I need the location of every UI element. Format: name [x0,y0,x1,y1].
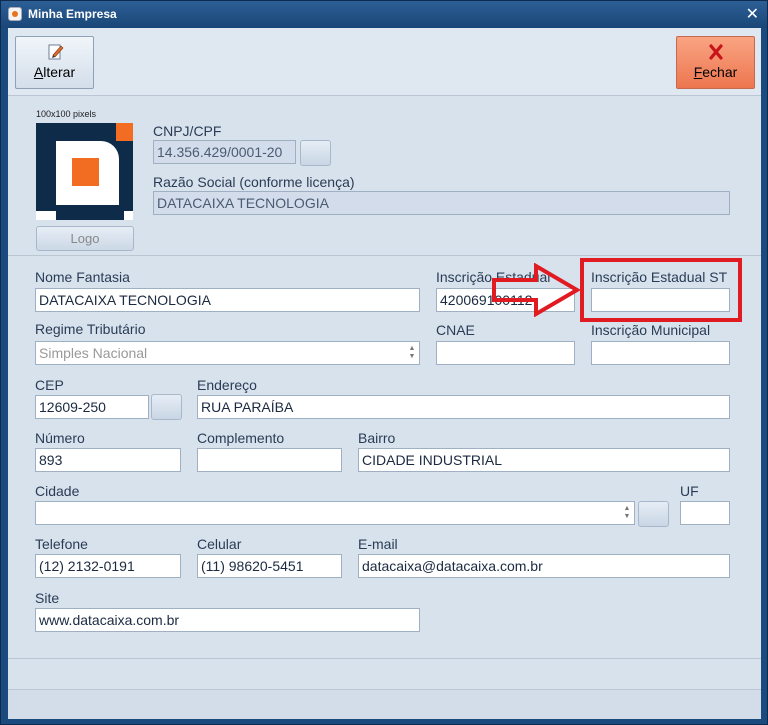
bairro-field[interactable]: CIDADE INDUSTRIAL [358,448,730,472]
numero-field[interactable]: 893 [35,448,181,472]
email-field[interactable]: datacaixa@datacaixa.com.br [358,554,730,578]
highlight-annotation [580,258,742,322]
cnpj-label: CNPJ/CPF [153,123,222,139]
cep-label: CEP [35,377,64,393]
spin-icon: ▲ ▼ [623,505,631,520]
site-field[interactable]: www.datacaixa.com.br [35,608,420,632]
alterar-mnemonic: A [33,64,44,80]
datacaixa-logo [36,123,133,220]
window: Minha Empresa ✕ Alterar Fechar 100x100 p… [0,0,768,725]
regime-tributario-value: Simples Nacional [39,345,148,361]
site-label: Site [35,590,60,606]
inscricao-municipal-label: Inscrição Municipal [591,322,711,338]
endereco-field[interactable]: RUA PARAÍBA [197,395,730,419]
fechar-button[interactable]: Fechar [676,36,755,89]
nome-fantasia-label: Nome Fantasia [35,269,130,285]
cidade-label: Cidade [35,483,80,499]
regime-tributario-select[interactable]: Simples Nacional ▲ ▼ [35,341,420,365]
close-icon [708,44,723,60]
numero-label: Número [35,430,85,446]
inscricao-municipal-field[interactable] [591,341,730,365]
title-bar: Minha Empresa ✕ [1,1,767,28]
red-arrow-annotation [492,263,581,317]
celular-field[interactable]: (11) 98620-5451 [197,554,342,578]
fechar-label: echar [702,64,738,80]
cidade-search-button[interactable] [638,501,669,527]
window-title: Minha Empresa [28,7,117,21]
logo-size-hint: 100x100 pixels [36,109,97,119]
cnpj-search-button[interactable] [300,140,331,166]
spin-icon: ▲ ▼ [408,345,416,360]
telefone-label: Telefone [35,536,88,552]
cep-field[interactable]: 12609-250 [35,395,149,419]
client-area: Alterar Fechar 100x100 pixels Logo CNPJ/… [8,28,761,719]
status-bar [8,689,761,719]
fechar-mnemonic: F [693,64,703,80]
telefone-field[interactable]: (12) 2132-0191 [35,554,181,578]
company-logo [36,123,133,220]
company-panel: 100x100 pixels Logo CNPJ/CPF 14.356.429/… [8,96,761,256]
cep-search-button[interactable] [151,394,182,420]
uf-label: UF [680,483,699,499]
app-icon [8,7,22,21]
logo-button[interactable]: Logo [36,226,134,251]
cnpj-field[interactable]: 14.356.429/0001-20 [153,140,296,164]
toolbar: Alterar Fechar [8,28,761,96]
cnae-label: CNAE [436,322,475,338]
edit-icon [48,44,63,60]
razao-social-label: Razão Social (conforme licença) [153,174,355,190]
complemento-field[interactable] [197,448,342,472]
endereco-label: Endereço [197,377,257,393]
complemento-label: Complemento [197,430,285,446]
cnae-field[interactable] [436,341,575,365]
uf-field[interactable] [680,501,730,525]
email-label: E-mail [358,536,398,552]
bairro-label: Bairro [358,430,396,446]
cidade-select[interactable]: ▲ ▼ [35,501,635,525]
razao-social-field[interactable]: DATACAIXA TECNOLOGIA [153,191,730,215]
alterar-label: lterar [43,64,76,80]
divider [8,658,761,659]
nome-fantasia-field[interactable]: DATACAIXA TECNOLOGIA [35,288,420,312]
close-icon[interactable]: ✕ [746,4,759,24]
regime-tributario-label: Regime Tributário [35,321,146,337]
alterar-button[interactable]: Alterar [15,36,94,89]
celular-label: Celular [197,536,242,552]
